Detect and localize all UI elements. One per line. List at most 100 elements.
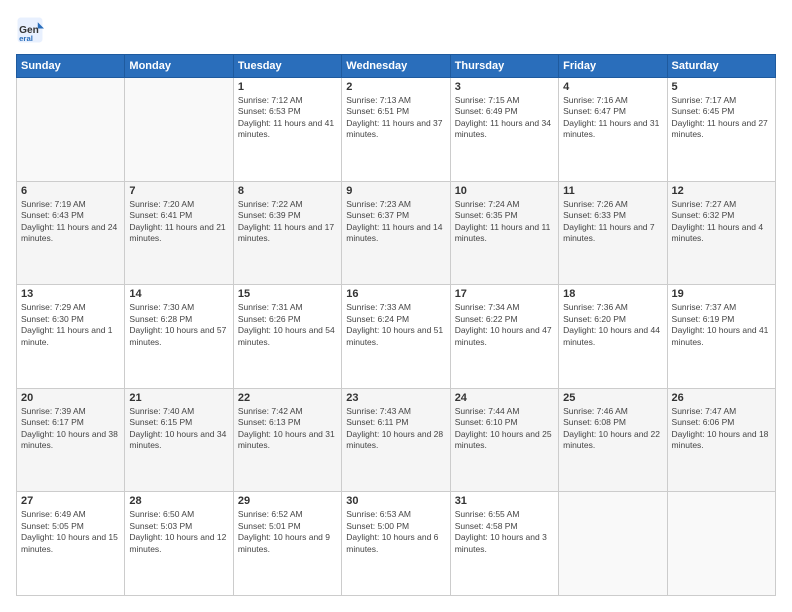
day-number: 30 xyxy=(346,495,445,507)
calendar-cell xyxy=(667,492,775,596)
calendar-cell: 19 Sunrise: 7:37 AM Sunset: 6:19 PM Dayli… xyxy=(667,285,775,389)
calendar-table: SundayMondayTuesdayWednesdayThursdayFrid… xyxy=(16,54,776,596)
day-info: Sunrise: 7:12 AM Sunset: 6:53 PM Dayligh… xyxy=(238,95,337,141)
weekday-wednesday: Wednesday xyxy=(342,55,450,78)
day-number: 18 xyxy=(563,288,662,300)
day-info: Sunrise: 7:36 AM Sunset: 6:20 PM Dayligh… xyxy=(563,302,662,348)
weekday-friday: Friday xyxy=(559,55,667,78)
day-number: 12 xyxy=(672,185,771,197)
day-number: 23 xyxy=(346,392,445,404)
day-info: Sunrise: 7:42 AM Sunset: 6:13 PM Dayligh… xyxy=(238,406,337,452)
calendar-cell: 7 Sunrise: 7:20 AM Sunset: 6:41 PM Daylig… xyxy=(125,181,233,285)
calendar-cell: 22Sunrise: 7:42 AM Sunset: 6:13 PM Dayli… xyxy=(233,388,341,492)
calendar-cell: 15Sunrise: 7:31 AM Sunset: 6:26 PM Dayli… xyxy=(233,285,341,389)
calendar-cell: 11 Sunrise: 7:26 AM Sunset: 6:33 PM Dayli… xyxy=(559,181,667,285)
calendar-cell: 31Sunrise: 6:55 AM Sunset: 4:58 PM Dayli… xyxy=(450,492,558,596)
calendar-cell: 17 Sunrise: 7:34 AM Sunset: 6:22 PM Dayli… xyxy=(450,285,558,389)
calendar-cell: 29Sunrise: 6:52 AM Sunset: 5:01 PM Dayli… xyxy=(233,492,341,596)
day-number: 6 xyxy=(21,185,120,197)
day-number: 20 xyxy=(21,392,120,404)
day-number: 8 xyxy=(238,185,337,197)
day-number: 21 xyxy=(129,392,228,404)
weekday-saturday: Saturday xyxy=(667,55,775,78)
calendar-cell: 26Sunrise: 7:47 AM Sunset: 6:06 PM Dayli… xyxy=(667,388,775,492)
day-info: Sunrise: 7:43 AM Sunset: 6:11 PM Dayligh… xyxy=(346,406,445,452)
day-number: 26 xyxy=(672,392,771,404)
day-info: Sunrise: 6:50 AM Sunset: 5:03 PM Dayligh… xyxy=(129,509,228,555)
calendar-cell: 14 Sunrise: 7:30 AM Sunset: 6:28 PM Dayli… xyxy=(125,285,233,389)
calendar-cell: 4 Sunrise: 7:16 AM Sunset: 6:47 PM Daylig… xyxy=(559,78,667,182)
day-info: Sunrise: 7:15 AM Sunset: 6:49 PM Dayligh… xyxy=(455,95,554,141)
calendar-cell: 28 Sunrise: 6:50 AM Sunset: 5:03 PM Dayli… xyxy=(125,492,233,596)
calendar-cell: 24 Sunrise: 7:44 AM Sunset: 6:10 PM Dayli… xyxy=(450,388,558,492)
calendar-cell: 5 Sunrise: 7:17 AM Sunset: 6:45 PM Daylig… xyxy=(667,78,775,182)
day-number: 17 xyxy=(455,288,554,300)
day-number: 28 xyxy=(129,495,228,507)
calendar-cell: 3 Sunrise: 7:15 AM Sunset: 6:49 PM Daylig… xyxy=(450,78,558,182)
day-number: 24 xyxy=(455,392,554,404)
calendar-cell: 2 Sunrise: 7:13 AM Sunset: 6:51 PM Daylig… xyxy=(342,78,450,182)
calendar-cell: 23 Sunrise: 7:43 AM Sunset: 6:11 PM Dayli… xyxy=(342,388,450,492)
calendar-cell xyxy=(125,78,233,182)
day-number: 29 xyxy=(238,495,337,507)
day-info: Sunrise: 7:30 AM Sunset: 6:28 PM Dayligh… xyxy=(129,302,228,348)
logo: Gen eral xyxy=(16,16,48,44)
calendar-cell xyxy=(17,78,125,182)
calendar-cell: 8 Sunrise: 7:22 AM Sunset: 6:39 PM Daylig… xyxy=(233,181,341,285)
day-info: Sunrise: 7:31 AM Sunset: 6:26 PM Dayligh… xyxy=(238,302,337,348)
day-number: 9 xyxy=(346,185,445,197)
day-info: Sunrise: 7:16 AM Sunset: 6:47 PM Dayligh… xyxy=(563,95,662,141)
header: Gen eral xyxy=(16,16,776,44)
day-info: Sunrise: 7:34 AM Sunset: 6:22 PM Dayligh… xyxy=(455,302,554,348)
calendar-cell: 20 Sunrise: 7:39 AM Sunset: 6:17 PM Dayli… xyxy=(17,388,125,492)
day-info: Sunrise: 6:49 AM Sunset: 5:05 PM Dayligh… xyxy=(21,509,120,555)
weekday-monday: Monday xyxy=(125,55,233,78)
day-info: Sunrise: 7:40 AM Sunset: 6:15 PM Dayligh… xyxy=(129,406,228,452)
day-info: Sunrise: 7:20 AM Sunset: 6:41 PM Dayligh… xyxy=(129,199,228,245)
day-number: 11 xyxy=(563,185,662,197)
weekday-thursday: Thursday xyxy=(450,55,558,78)
calendar-cell: 10 Sunrise: 7:24 AM Sunset: 6:35 PM Dayli… xyxy=(450,181,558,285)
day-info: Sunrise: 7:24 AM Sunset: 6:35 PM Dayligh… xyxy=(455,199,554,245)
day-number: 5 xyxy=(672,81,771,93)
calendar-week-4: 20 Sunrise: 7:39 AM Sunset: 6:17 PM Dayli… xyxy=(17,388,776,492)
day-number: 4 xyxy=(563,81,662,93)
day-info: Sunrise: 7:44 AM Sunset: 6:10 PM Dayligh… xyxy=(455,406,554,452)
svg-text:eral: eral xyxy=(19,34,33,43)
weekday-sunday: Sunday xyxy=(17,55,125,78)
page: Gen eral SundayMondayTuesdayWednesdayThu… xyxy=(0,0,792,612)
calendar-week-1: 1 Sunrise: 7:12 AM Sunset: 6:53 PM Daylig… xyxy=(17,78,776,182)
calendar-week-2: 6 Sunrise: 7:19 AM Sunset: 6:43 PM Daylig… xyxy=(17,181,776,285)
day-info: Sunrise: 7:29 AM Sunset: 6:30 PM Dayligh… xyxy=(21,302,120,348)
calendar-cell: 6 Sunrise: 7:19 AM Sunset: 6:43 PM Daylig… xyxy=(17,181,125,285)
day-info: Sunrise: 7:27 AM Sunset: 6:32 PM Dayligh… xyxy=(672,199,771,245)
day-info: Sunrise: 7:37 AM Sunset: 6:19 PM Dayligh… xyxy=(672,302,771,348)
day-number: 13 xyxy=(21,288,120,300)
calendar-week-3: 13 Sunrise: 7:29 AM Sunset: 6:30 PM Dayli… xyxy=(17,285,776,389)
calendar-cell: 16Sunrise: 7:33 AM Sunset: 6:24 PM Dayli… xyxy=(342,285,450,389)
calendar-cell: 9 Sunrise: 7:23 AM Sunset: 6:37 PM Daylig… xyxy=(342,181,450,285)
calendar-cell xyxy=(559,492,667,596)
day-number: 27 xyxy=(21,495,120,507)
calendar-cell: 13 Sunrise: 7:29 AM Sunset: 6:30 PM Dayli… xyxy=(17,285,125,389)
day-info: Sunrise: 7:22 AM Sunset: 6:39 PM Dayligh… xyxy=(238,199,337,245)
day-info: Sunrise: 7:26 AM Sunset: 6:33 PM Dayligh… xyxy=(563,199,662,245)
day-number: 14 xyxy=(129,288,228,300)
logo-icon: Gen eral xyxy=(16,16,44,44)
day-number: 2 xyxy=(346,81,445,93)
calendar-cell: 1 Sunrise: 7:12 AM Sunset: 6:53 PM Daylig… xyxy=(233,78,341,182)
day-info: Sunrise: 7:39 AM Sunset: 6:17 PM Dayligh… xyxy=(21,406,120,452)
day-number: 7 xyxy=(129,185,228,197)
calendar-week-5: 27 Sunrise: 6:49 AM Sunset: 5:05 PM Dayli… xyxy=(17,492,776,596)
day-info: Sunrise: 7:13 AM Sunset: 6:51 PM Dayligh… xyxy=(346,95,445,141)
day-number: 19 xyxy=(672,288,771,300)
day-info: Sunrise: 7:17 AM Sunset: 6:45 PM Dayligh… xyxy=(672,95,771,141)
day-info: Sunrise: 7:19 AM Sunset: 6:43 PM Dayligh… xyxy=(21,199,120,245)
day-number: 10 xyxy=(455,185,554,197)
day-info: Sunrise: 6:53 AM Sunset: 5:00 PM Dayligh… xyxy=(346,509,445,555)
day-number: 3 xyxy=(455,81,554,93)
day-number: 31 xyxy=(455,495,554,507)
weekday-tuesday: Tuesday xyxy=(233,55,341,78)
day-info: Sunrise: 7:23 AM Sunset: 6:37 PM Dayligh… xyxy=(346,199,445,245)
day-number: 1 xyxy=(238,81,337,93)
